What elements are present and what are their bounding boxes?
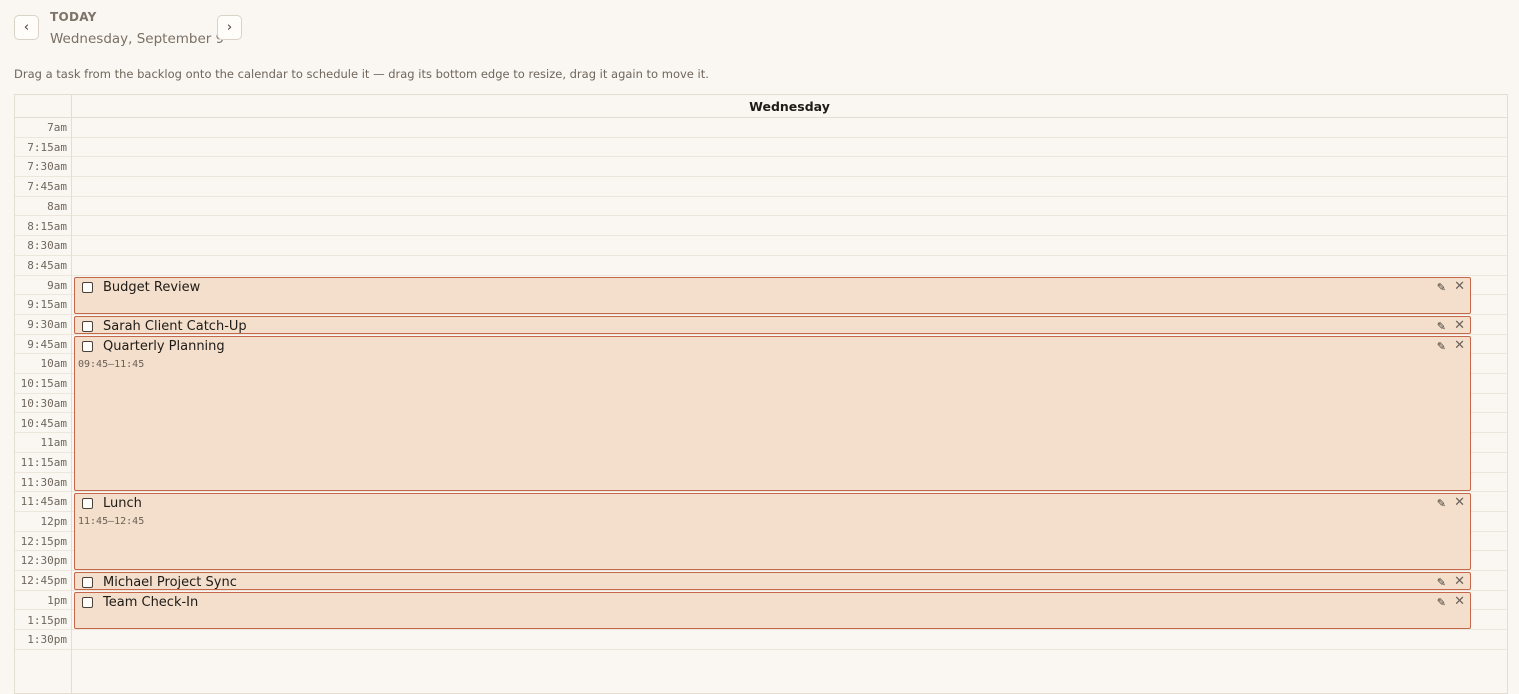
- close-icon[interactable]: ✕: [1454, 279, 1465, 294]
- pencil-icon[interactable]: ✎: [1437, 497, 1446, 510]
- pencil-icon[interactable]: ✎: [1437, 320, 1446, 333]
- pencil-icon[interactable]: ✎: [1437, 576, 1446, 589]
- today-label: TODAY: [50, 10, 97, 24]
- event-complete-checkbox[interactable]: [82, 340, 93, 352]
- time-slot[interactable]: 1:30pm: [15, 630, 1507, 650]
- time-column: [15, 95, 72, 693]
- pencil-icon[interactable]: ✎: [1437, 281, 1446, 294]
- time-slot[interactable]: 8am: [15, 197, 1507, 217]
- event-time-range: 11:45–12:45: [78, 516, 145, 528]
- close-icon[interactable]: ✕: [1454, 495, 1465, 510]
- event-title: Lunch: [103, 496, 142, 512]
- calendar-event[interactable]: Team Check-In ✎ ✕: [74, 591, 1471, 630]
- calendar-event[interactable]: Quarterly Planning 09:45–11:45 ✎ ✕: [74, 335, 1471, 492]
- event-complete-checkbox[interactable]: [82, 321, 93, 332]
- event-title: Team Check-In: [103, 594, 199, 610]
- day-column-header: Wednesday: [72, 95, 1507, 118]
- time-slot[interactable]: 7:45am: [15, 177, 1507, 197]
- calendar-event[interactable]: Budget Review ✎ ✕: [74, 276, 1471, 314]
- event-complete-checkbox[interactable]: [82, 281, 93, 293]
- close-icon[interactable]: ✕: [1454, 574, 1465, 589]
- calendar-event[interactable]: Lunch 11:45–12:45 ✎ ✕: [74, 493, 1471, 571]
- chevron-right-icon: ›: [226, 20, 233, 35]
- event-complete-checkbox[interactable]: [82, 498, 93, 510]
- event-time-range: 09:45–11:45: [78, 358, 145, 370]
- pencil-icon[interactable]: ✎: [1437, 596, 1446, 609]
- event-complete-checkbox[interactable]: [82, 577, 93, 589]
- instructions-text: Drag a task from the backlog onto the ca…: [14, 67, 709, 81]
- event-title: Quarterly Planning: [103, 338, 225, 354]
- event-title: Budget Review: [103, 279, 201, 295]
- chevron-left-icon: ‹: [23, 20, 30, 35]
- time-slot[interactable]: 8:45am: [15, 256, 1507, 276]
- pencil-icon[interactable]: ✎: [1437, 340, 1446, 353]
- time-slot[interactable]: 7am: [15, 118, 1507, 138]
- day-calendar: Wednesday 7am 7:15am 7:30am 7:45am 8am 8:15am…: [14, 94, 1508, 694]
- time-slot[interactable]: 7:15am: [15, 138, 1507, 158]
- event-complete-checkbox[interactable]: [82, 596, 93, 608]
- calendar-event[interactable]: Michael Project Sync ✎ ✕: [74, 572, 1471, 590]
- time-slot[interactable]: 8:30am: [15, 236, 1507, 256]
- current-date: Wednesday, September 9: [50, 31, 225, 47]
- time-slot[interactable]: 7:30am: [15, 157, 1507, 178]
- event-title: Michael Project Sync: [103, 575, 237, 590]
- prev-day-button[interactable]: ‹: [14, 15, 39, 40]
- calendar-event[interactable]: Sarah Client Catch-Up ✎ ✕: [74, 316, 1471, 334]
- next-day-button[interactable]: ›: [217, 15, 242, 40]
- close-icon[interactable]: ✕: [1454, 318, 1465, 333]
- time-slot[interactable]: 8:15am: [15, 217, 1507, 237]
- event-title: Sarah Client Catch-Up: [103, 319, 247, 334]
- close-icon[interactable]: ✕: [1454, 594, 1465, 609]
- close-icon[interactable]: ✕: [1454, 338, 1465, 353]
